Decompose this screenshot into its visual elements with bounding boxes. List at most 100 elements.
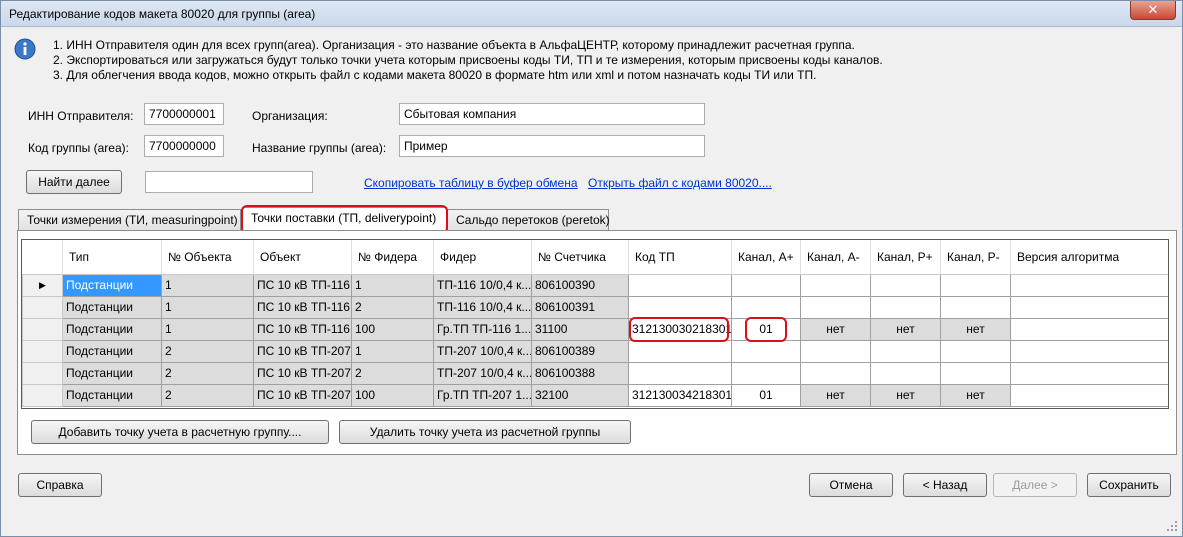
table-cell[interactable] [1010, 317, 1168, 341]
resize-grip-icon[interactable] [1166, 520, 1178, 532]
table-cell[interactable]: нет [870, 317, 941, 341]
table-cell[interactable]: ПС 10 кВ ТП-116 [253, 295, 352, 319]
org-input[interactable]: Сбытовая компания [399, 103, 705, 125]
tab-deliverypoint[interactable]: Точки поставки (ТП, deliverypoint) [242, 207, 447, 231]
table-cell[interactable] [1010, 361, 1168, 385]
table-cell[interactable] [870, 295, 941, 319]
current-row-marker[interactable]: ▶ [22, 273, 63, 297]
save-button[interactable]: Сохранить [1087, 473, 1171, 497]
table-cell[interactable]: Подстанции [62, 361, 162, 385]
table-cell[interactable] [628, 273, 732, 297]
column-header[interactable]: Версия алгоритма [1010, 240, 1168, 275]
table-cell[interactable]: 312130030218301 [628, 317, 732, 341]
column-header[interactable]: Канал, А- [800, 240, 871, 275]
group-code-input[interactable]: 7700000000 [144, 135, 224, 157]
table-cell[interactable]: 2 [351, 361, 434, 385]
row-header[interactable] [22, 383, 63, 407]
table-cell[interactable] [1010, 339, 1168, 363]
row-header[interactable] [22, 361, 63, 385]
table-cell[interactable]: 806100389 [531, 339, 629, 363]
table-cell[interactable] [1010, 295, 1168, 319]
table-cell[interactable] [1010, 273, 1168, 297]
column-header[interactable]: № Объекта [161, 240, 254, 275]
table-cell[interactable]: ТП-116 10/0,4 к... [433, 273, 532, 297]
inn-input[interactable]: 7700000001 [144, 103, 224, 125]
table-cell[interactable]: 31100 [531, 317, 629, 341]
cancel-button[interactable]: Отмена [809, 473, 893, 497]
table-cell[interactable] [870, 273, 941, 297]
table-cell[interactable] [800, 339, 871, 363]
column-header[interactable]: № Счетчика [531, 240, 629, 275]
column-header[interactable]: № Фидера [351, 240, 434, 275]
table-cell[interactable]: Подстанции [62, 383, 162, 407]
table-cell[interactable] [731, 361, 801, 385]
back-button[interactable]: < Назад [903, 473, 987, 497]
table-cell[interactable] [731, 339, 801, 363]
table-cell[interactable]: Гр.ТП ТП-207 1... [433, 383, 532, 407]
column-header[interactable]: Объект [253, 240, 352, 275]
table-cell[interactable]: 1 [351, 339, 434, 363]
next-button[interactable]: Далее > [993, 473, 1077, 497]
table-cell[interactable] [870, 339, 941, 363]
table-row[interactable]: Подстанции 2 ПС 10 кВ ТП-207 2 ТП-207 10… [22, 361, 1168, 385]
table-cell[interactable] [940, 273, 1011, 297]
tab-peretok[interactable]: Сальдо перетоков (peretok) [447, 209, 610, 230]
table-cell[interactable]: 100 [351, 383, 434, 407]
table-cell[interactable] [628, 361, 732, 385]
close-button[interactable]: ✕ [1130, 1, 1176, 20]
table-cell[interactable]: 2 [161, 383, 254, 407]
table-cell[interactable] [1010, 383, 1168, 407]
table-cell[interactable]: 1 [161, 317, 254, 341]
column-header[interactable]: Фидер [433, 240, 532, 275]
table-cell[interactable]: 32100 [531, 383, 629, 407]
table-cell[interactable] [800, 295, 871, 319]
table-row[interactable]: Подстанции 1 ПС 10 кВ ТП-116 2 ТП-116 10… [22, 295, 1168, 319]
tab-measuringpoint[interactable]: Точки измерения (ТИ, measuringpoint) [18, 209, 241, 230]
table-cell[interactable]: нет [940, 383, 1011, 407]
row-header[interactable] [22, 317, 63, 341]
table-cell[interactable] [940, 361, 1011, 385]
table-cell[interactable] [628, 339, 732, 363]
table-cell[interactable]: нет [870, 383, 941, 407]
row-header[interactable] [22, 295, 63, 319]
column-header[interactable]: Канал, Р+ [870, 240, 941, 275]
table-cell[interactable]: нет [800, 383, 871, 407]
table-cell[interactable] [940, 295, 1011, 319]
table-cell[interactable]: 100 [351, 317, 434, 341]
table-cell[interactable]: 01 [731, 383, 801, 407]
find-next-button[interactable]: Найти далее [26, 170, 122, 194]
table-cell[interactable]: 2 [161, 339, 254, 363]
table-cell[interactable]: ПС 10 кВ ТП-207 [253, 361, 352, 385]
table-cell[interactable] [731, 273, 801, 297]
row-header[interactable] [22, 339, 63, 363]
table-cell[interactable]: 1 [161, 273, 254, 297]
copy-table-link[interactable]: Скопировать таблицу в буфер обмена [364, 176, 578, 190]
table-cell[interactable]: 2 [161, 361, 254, 385]
table-cell[interactable]: 1 [351, 273, 434, 297]
table-cell[interactable]: ТП-207 10/0,4 к... [433, 361, 532, 385]
table-cell[interactable] [628, 295, 732, 319]
column-header[interactable]: Канал, Р- [940, 240, 1011, 275]
table-cell[interactable]: 806100390 [531, 273, 629, 297]
table-cell[interactable] [731, 295, 801, 319]
table-cell[interactable]: 2 [351, 295, 434, 319]
table-cell[interactable] [800, 273, 871, 297]
table-cell[interactable]: ТП-116 10/0,4 к... [433, 295, 532, 319]
table-cell[interactable] [870, 361, 941, 385]
table-row[interactable]: ▶ Подстанции 1 ПС 10 кВ ТП-116 1 ТП-116 … [22, 273, 1168, 297]
table-cell[interactable]: Подстанции [62, 339, 162, 363]
table-cell[interactable]: ПС 10 кВ ТП-116 [253, 317, 352, 341]
table-row[interactable]: Подстанции 2 ПС 10 кВ ТП-207 100 Гр.ТП Т… [22, 383, 1168, 407]
add-point-button[interactable]: Добавить точку учета в расчетную группу.… [31, 420, 329, 444]
group-name-input[interactable]: Пример [399, 135, 705, 157]
column-header[interactable]: Код ТП [628, 240, 732, 275]
table-cell[interactable]: 01 [731, 317, 801, 341]
help-button[interactable]: Справка [18, 473, 102, 497]
table-cell[interactable]: Подстанции [62, 317, 162, 341]
table-row[interactable]: Подстанции 2 ПС 10 кВ ТП-207 1 ТП-207 10… [22, 339, 1168, 363]
open-codes-file-link[interactable]: Открыть файл с кодами 80020.... [588, 176, 772, 190]
table-cell[interactable] [940, 339, 1011, 363]
table-cell[interactable]: нет [800, 317, 871, 341]
table-cell[interactable]: Гр.ТП ТП-116 1... [433, 317, 532, 341]
table-cell[interactable]: ПС 10 кВ ТП-207 [253, 383, 352, 407]
